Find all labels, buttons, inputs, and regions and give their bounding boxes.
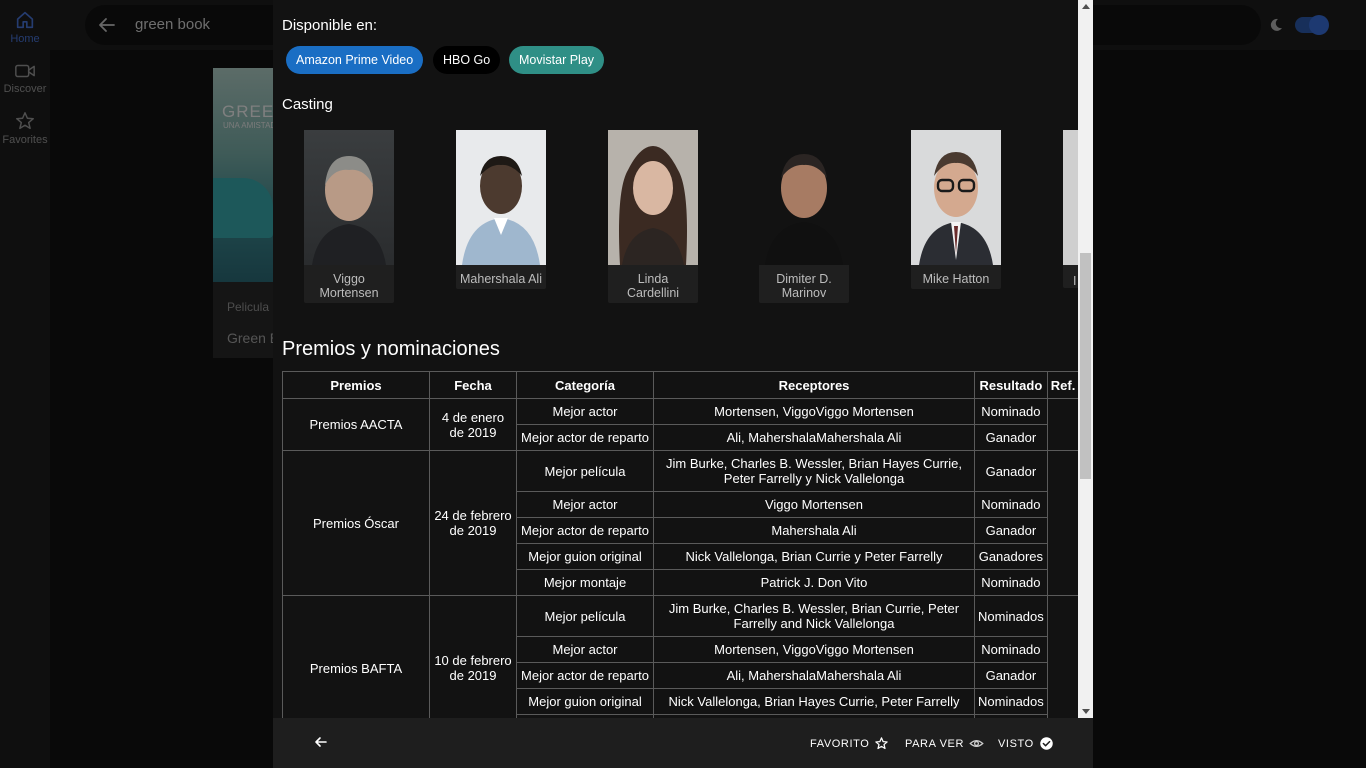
cast-card[interactable]: Mahershala Ali	[456, 130, 546, 289]
result-cell: Nominado	[974, 491, 1048, 518]
scroll-thumb[interactable]	[1080, 253, 1091, 479]
category-cell: Mejor actor de reparto	[516, 424, 654, 451]
cast-photo	[911, 130, 1001, 265]
ref-cell	[1046, 398, 1080, 451]
dialog-footer: FAVORITO PARA VER VISTO	[273, 718, 1093, 768]
cast-card[interactable]: Linda Cardellini	[608, 130, 698, 303]
favorite-label: FAVORITO	[810, 737, 870, 750]
cast-photo	[759, 130, 849, 265]
category-cell: Mejor guion original	[516, 688, 654, 715]
cast-photo	[608, 130, 698, 265]
cast-name: Dimiter D. Marinov	[776, 272, 832, 300]
result-cell: Ganadores	[974, 543, 1048, 570]
ref-cell	[1046, 450, 1080, 596]
to-watch-label: PARA VER	[905, 737, 965, 750]
recipients-cell: Mortensen, ViggoViggo Mortensen	[653, 636, 975, 663]
recipients-cell: Mortensen, ViggoViggo Mortensen	[653, 398, 975, 425]
cast-photo	[304, 130, 394, 265]
award-name-cell: Premios BAFTA	[282, 595, 430, 718]
table-header-row: Premios Fecha Categoría Receptores Resul…	[282, 371, 1080, 399]
result-cell: Nominados	[974, 688, 1048, 715]
cast-card[interactable]: Viggo Mortensen	[304, 130, 394, 303]
table-row: Premios Óscar 24 de febrero de 2019 Mejo…	[282, 450, 1080, 596]
awards-heading: Premios y nominaciones	[282, 338, 500, 360]
favorite-button[interactable]: FAVORITO	[810, 736, 889, 751]
provider-chip-movistar[interactable]: Movistar Play	[509, 46, 605, 74]
category-cell: Mejor guion original	[516, 543, 654, 570]
eye-icon	[969, 740, 984, 747]
category-cell: Mejor montaje	[516, 569, 654, 596]
result-cell: Ganador	[974, 424, 1048, 451]
to-watch-button[interactable]: PARA VER	[905, 736, 984, 751]
watched-label: VISTO	[998, 737, 1034, 750]
dialog-scrollbar[interactable]	[1078, 0, 1093, 718]
award-date-cell: 4 de enero de 2019	[429, 398, 517, 451]
award-name-cell: Premios AACTA	[282, 398, 430, 451]
recipients-cell: Viggo Mortensen	[653, 491, 975, 518]
recipients-cell: Jim Burke, Charles B. Wessler, Brian Hay…	[653, 450, 975, 492]
cast-name: Linda Cardellini	[626, 272, 680, 300]
recipients-cell: Ali, MahershalaMahershala Ali	[653, 424, 975, 451]
recipients-cell: Nick Vallelonga, Brian Hayes Currie, Pet…	[653, 688, 975, 715]
category-cell: Mejor actor de reparto	[516, 662, 654, 689]
star-outline-icon	[875, 737, 889, 750]
header-ref: Ref.	[1046, 371, 1080, 399]
cast-card[interactable]: Mike Hatton	[911, 130, 1001, 289]
dialog-content[interactable]: Disponible en: Amazon Prime Video HBO Go…	[273, 0, 1093, 718]
header-premios: Premios	[282, 371, 430, 399]
provider-chip-hbo[interactable]: HBO Go	[433, 46, 501, 74]
result-cell: Nominados	[974, 595, 1048, 637]
cast-name: Mike Hatton	[922, 272, 990, 286]
result-cell: Nominado	[974, 569, 1048, 596]
header-categoria: Categoría	[516, 371, 654, 399]
result-cell: Ganador	[974, 450, 1048, 492]
recipients-cell: Mahershala Ali	[653, 517, 975, 544]
cast-name: Mahershala Ali	[460, 272, 542, 286]
category-cell: Mejor actor	[516, 398, 654, 425]
awards-table: Premios Fecha Categoría Receptores Resul…	[282, 371, 1080, 718]
header-resultado: Resultado	[974, 371, 1048, 399]
table-row: Premios BAFTA 10 de febrero de 2019 Mejo…	[282, 595, 1080, 718]
movie-detail-dialog: Disponible en: Amazon Prime Video HBO Go…	[273, 0, 1093, 768]
result-cell: Ganador	[974, 517, 1048, 544]
provider-chip-amazon[interactable]: Amazon Prime Video	[286, 46, 424, 74]
award-date-cell: 24 de febrero de 2019	[429, 450, 517, 596]
ref-cell	[1046, 595, 1080, 718]
table-row: Premios AACTA 4 de enero de 2019 Mejor a…	[282, 398, 1080, 451]
cast-card[interactable]: Dimiter D. Marinov	[759, 130, 849, 303]
recipients-cell: Ali, MahershalaMahershala Ali	[653, 662, 975, 689]
category-cell: Mejor actor	[516, 491, 654, 518]
recipients-cell: Patrick J. Don Vito	[653, 569, 975, 596]
scroll-up-arrow[interactable]	[1082, 4, 1090, 9]
watched-button[interactable]: VISTO	[998, 736, 1054, 751]
casting-label: Casting	[282, 96, 333, 113]
category-cell: Mejor actor	[516, 636, 654, 663]
header-fecha: Fecha	[429, 371, 517, 399]
result-cell: Nominado	[974, 636, 1048, 663]
cast-photo	[456, 130, 546, 265]
cast-name: Viggo Mortensen	[319, 272, 379, 300]
header-receptores: Receptores	[653, 371, 975, 399]
category-cell: Mejor actor de reparto	[516, 517, 654, 544]
recipients-cell: Jim Burke, Charles B. Wessler, Brian Cur…	[653, 595, 975, 637]
award-date-cell: 10 de febrero de 2019	[429, 595, 517, 718]
back-arrow-icon[interactable]	[314, 735, 328, 749]
scroll-down-arrow[interactable]	[1082, 709, 1090, 714]
category-cell: Mejor película	[516, 595, 654, 637]
check-circle-icon	[1040, 737, 1053, 750]
result-cell: Nominado	[974, 398, 1048, 425]
available-on-label: Disponible en:	[282, 17, 378, 34]
award-name-cell: Premios Óscar	[282, 450, 430, 596]
result-cell: Ganador	[974, 662, 1048, 689]
recipients-cell: Nick Vallelonga, Brian Currie y Peter Fa…	[653, 543, 975, 570]
category-cell: Mejor película	[516, 450, 654, 492]
